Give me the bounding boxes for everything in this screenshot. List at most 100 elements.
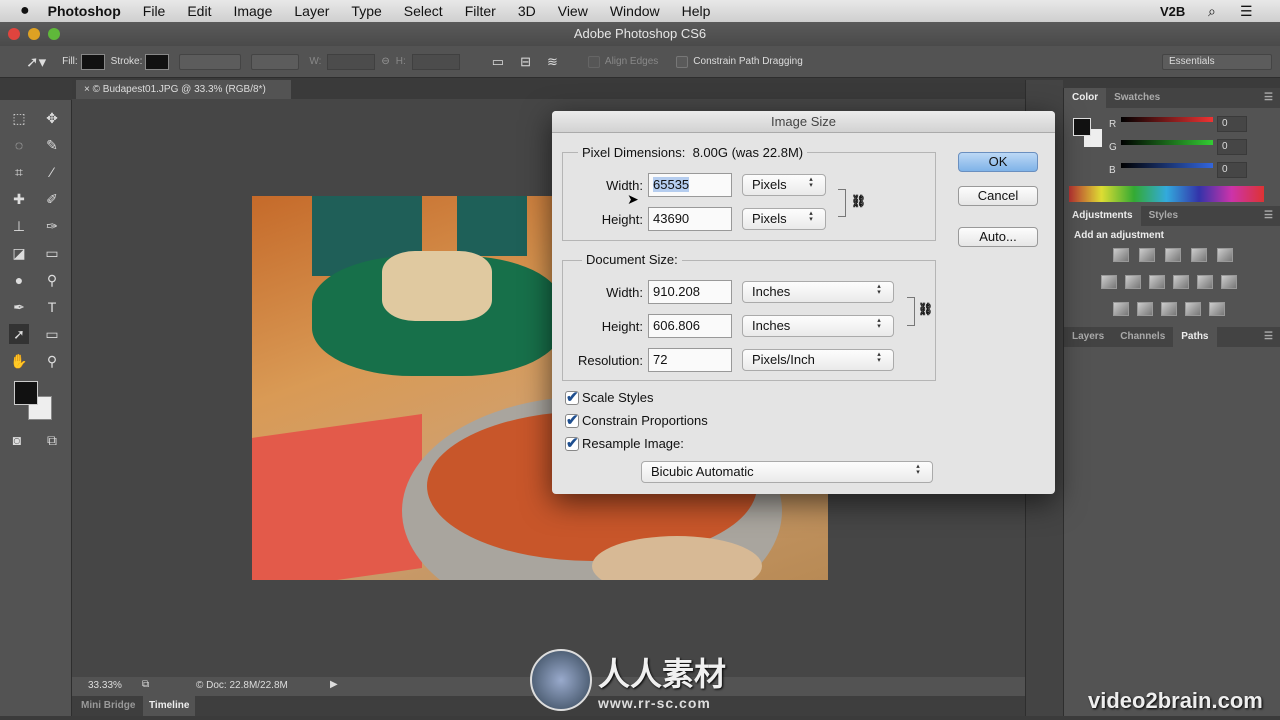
close-window-button[interactable] [8, 28, 20, 40]
posterize-icon[interactable] [1137, 302, 1153, 316]
pixel-width-unit-select[interactable]: Pixels [742, 174, 826, 196]
doc-width-unit-select[interactable]: Inches [742, 281, 894, 303]
user-name[interactable]: V2B [1160, 4, 1185, 19]
menu-filter[interactable]: Filter [465, 3, 496, 19]
resample-image-checkbox[interactable] [565, 434, 579, 452]
lasso-tool-icon[interactable]: ◌ [9, 135, 29, 155]
menu-image[interactable]: Image [233, 3, 272, 19]
constrain-path-checkbox[interactable] [676, 55, 689, 68]
resolution-unit-select[interactable]: Pixels/Inch [742, 349, 894, 371]
gradient-map-icon[interactable] [1209, 302, 1225, 316]
gradient-tool-icon[interactable]: ▭ [42, 243, 62, 263]
foreground-color-swatch[interactable] [14, 381, 38, 405]
eraser-tool-icon[interactable]: ◪ [9, 243, 29, 263]
curves-icon[interactable] [1165, 248, 1181, 262]
menu-app[interactable]: Photoshop [48, 3, 121, 19]
stroke-swatch[interactable] [145, 53, 170, 70]
width-field[interactable] [327, 53, 376, 70]
panel-menu-icon[interactable]: ☰ [1256, 327, 1280, 347]
pixel-height-input[interactable]: 43690 [648, 207, 732, 231]
resample-method-select[interactable]: Bicubic Automatic [641, 461, 933, 483]
b-value[interactable]: 0 [1217, 162, 1247, 178]
document-tab[interactable]: × © Budapest01.JPG @ 33.3% (RGB/8*) [76, 80, 291, 99]
tab-adjustments[interactable]: Adjustments [1064, 206, 1141, 226]
black-white-icon[interactable] [1149, 275, 1165, 289]
resolution-input[interactable]: 72 [648, 348, 732, 372]
ok-button[interactable]: OK [958, 152, 1038, 172]
threshold-icon[interactable] [1161, 302, 1177, 316]
color-spectrum[interactable] [1069, 186, 1264, 202]
color-lookup-icon[interactable] [1221, 275, 1237, 289]
tab-swatches[interactable]: Swatches [1106, 88, 1168, 108]
blur-tool-icon[interactable]: ● [9, 270, 29, 290]
stroke-type-dropdown[interactable] [251, 53, 300, 70]
tab-color[interactable]: Color [1064, 88, 1107, 108]
menu-select[interactable]: Select [404, 3, 443, 19]
b-slider[interactable] [1121, 163, 1213, 168]
quick-select-tool-icon[interactable]: ✎ [42, 135, 62, 155]
list-icon[interactable]: ☰ [1240, 3, 1253, 20]
healing-tool-icon[interactable]: ✚ [9, 189, 29, 209]
stroke-width-dropdown[interactable] [179, 53, 242, 70]
tab-paths[interactable]: Paths [1173, 327, 1217, 347]
auto-button[interactable]: Auto... [958, 227, 1038, 247]
doc-width-input[interactable]: 910.208 [648, 280, 732, 304]
tab-timeline[interactable]: Timeline [143, 696, 196, 716]
pixel-height-unit-select[interactable]: Pixels [742, 208, 826, 230]
path-selection-tool-icon[interactable]: ➚ [9, 324, 29, 344]
pixel-width-input[interactable]: 65535 [648, 173, 732, 197]
menu-layer[interactable]: Layer [294, 3, 329, 19]
search-icon[interactable]: ⌕ [1208, 3, 1216, 20]
status-menu-arrow-icon[interactable]: ▶ [330, 679, 338, 690]
menu-type[interactable]: Type [351, 3, 381, 19]
link-icon[interactable]: ⊖ [381, 56, 389, 67]
panel-menu-icon[interactable]: ☰ [1256, 206, 1280, 226]
align-edges-checkbox[interactable] [587, 55, 600, 68]
path-arrangement-icon[interactable]: ≋ [547, 54, 558, 70]
menu-3d[interactable]: 3D [518, 3, 536, 19]
vibrance-icon[interactable] [1217, 248, 1233, 262]
brightness-contrast-icon[interactable] [1113, 248, 1129, 262]
dodge-tool-icon[interactable]: ⚲ [42, 270, 62, 290]
levels-icon[interactable] [1139, 248, 1155, 262]
tab-channels[interactable]: Channels [1112, 327, 1173, 347]
scale-styles-checkbox[interactable] [565, 388, 579, 406]
marquee-tool-icon[interactable]: ⬚ [9, 108, 29, 128]
height-field[interactable] [411, 53, 460, 70]
workspace-dropdown[interactable]: Essentials [1162, 53, 1272, 70]
hand-tool-icon[interactable]: ✋ [9, 351, 29, 371]
foreground-color-swatch[interactable] [1073, 118, 1091, 136]
hue-saturation-icon[interactable] [1101, 275, 1117, 289]
menu-view[interactable]: View [558, 3, 588, 19]
status-icon[interactable]: ⧉ [142, 679, 149, 690]
invert-icon[interactable] [1113, 302, 1129, 316]
g-slider[interactable] [1121, 140, 1213, 145]
apple-icon[interactable]: ● [20, 2, 30, 20]
g-value[interactable]: 0 [1217, 139, 1247, 155]
type-tool-icon[interactable]: T [42, 297, 62, 317]
stamp-tool-icon[interactable]: ⊥ [9, 216, 29, 236]
tab-mini-bridge[interactable]: Mini Bridge [81, 700, 135, 711]
selective-color-icon[interactable] [1185, 302, 1201, 316]
minimize-window-button[interactable] [28, 28, 40, 40]
zoom-window-button[interactable] [48, 28, 60, 40]
history-brush-icon[interactable]: ✑ [42, 216, 62, 236]
exposure-icon[interactable] [1191, 248, 1207, 262]
tab-layers[interactable]: Layers [1064, 327, 1112, 347]
screen-mode-icon[interactable]: ⧉ [42, 430, 62, 450]
cancel-button[interactable]: Cancel [958, 186, 1038, 206]
path-operations-icon[interactable]: ▭ [492, 54, 504, 70]
tab-styles[interactable]: Styles [1141, 206, 1186, 226]
menu-file[interactable]: File [143, 3, 166, 19]
path-select-tool-icon[interactable]: ➚▾ [26, 53, 46, 71]
fill-swatch[interactable] [80, 53, 105, 70]
quick-mask-icon[interactable]: ◙ [7, 430, 27, 450]
brush-tool-icon[interactable]: ✐ [42, 189, 62, 209]
menu-window[interactable]: Window [610, 3, 660, 19]
eyedropper-tool-icon[interactable]: ⁄ [42, 162, 62, 182]
channel-mixer-icon[interactable] [1197, 275, 1213, 289]
shape-tool-icon[interactable]: ▭ [42, 324, 62, 344]
path-alignment-icon[interactable]: ⊟ [520, 54, 531, 70]
doc-height-input[interactable]: 606.806 [648, 314, 732, 338]
r-value[interactable]: 0 [1217, 116, 1247, 132]
